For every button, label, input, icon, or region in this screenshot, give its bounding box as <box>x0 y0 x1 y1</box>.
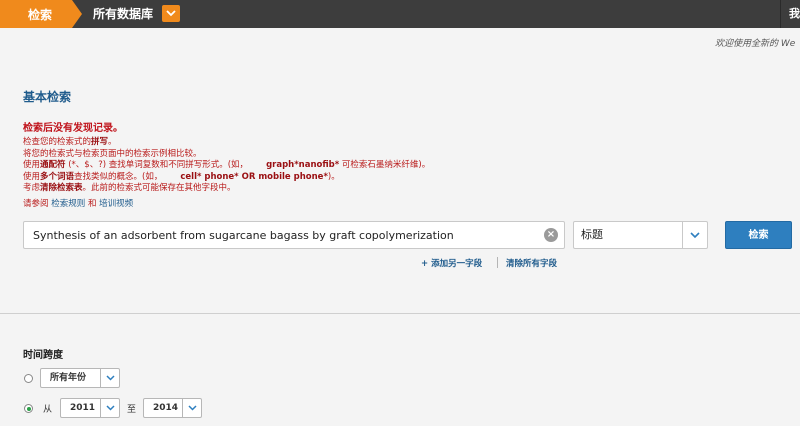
database-dropdown-button[interactable] <box>162 5 180 22</box>
tip-example: cell* phone* OR mobile phone* <box>180 171 328 182</box>
tip-spelling: 检查您的检索式的拼写。 <box>23 137 430 149</box>
chevron-down-icon <box>187 405 197 411</box>
from-year-select[interactable]: 2011 <box>60 398 120 418</box>
tip-bold: 拼写 <box>91 137 109 147</box>
search-button[interactable]: 检索 <box>725 221 792 249</box>
timespan-title: 时间跨度 <box>23 350 63 361</box>
clear-all-fields-link[interactable]: 清除所有字段 <box>506 257 557 269</box>
field-select-value: 标题 <box>581 228 603 241</box>
search-box: × <box>23 221 565 249</box>
to-year-select[interactable]: 2014 <box>143 398 202 418</box>
tip-text: 。此前的检索式可能保存在其他字段中。 <box>82 183 236 194</box>
section-divider <box>0 313 800 314</box>
field-select[interactable]: 标题 <box>573 221 708 249</box>
link-divider <box>497 257 498 268</box>
chevron-down-icon <box>166 10 176 17</box>
chevron-down-icon <box>105 375 115 381</box>
no-results-title: 检索后没有发现记录。 <box>23 123 123 134</box>
to-label: 至 <box>127 405 137 415</box>
training-video-link[interactable]: 培训视频 <box>99 199 133 209</box>
tip-text: 检查您的检索式的 <box>23 137 92 147</box>
tip-text: (*、$、?) 查找单词复数和不同拼写形式。(如， <box>65 160 249 171</box>
tip-wildcard: 使用通配符 (*、$、?) 查找单词复数和不同拼写形式。(如， graph*nan… <box>23 160 430 172</box>
tip-example: graph*nanofib* <box>266 160 340 171</box>
to-year-value: 2014 <box>153 403 179 413</box>
tip-text: )。 <box>327 171 340 182</box>
all-years-value: 所有年份 <box>50 373 87 383</box>
my-tools-menu[interactable]: 我的工具 <box>789 0 800 28</box>
tip-bold: 多个词语 <box>40 171 75 182</box>
from-year-value: 2011 <box>70 403 96 413</box>
tip-clear-form: 考虑清除检索表。此前的检索式可能保存在其他字段中。 <box>23 183 430 195</box>
search-rules-link[interactable]: 检索规则 <box>51 199 85 209</box>
tip-text: 。 <box>108 137 117 147</box>
all-years-select[interactable]: 所有年份 <box>40 368 120 388</box>
search-input[interactable] <box>24 222 534 248</box>
no-results-tips: 检查您的检索式的拼写。 将您的检索式与检索页面中的检索示例相比较。 使用通配符 … <box>23 137 430 195</box>
chevron-down-icon <box>105 405 115 411</box>
tip-text: 考虑 <box>23 183 41 194</box>
database-label[interactable]: 所有数据库 <box>93 0 153 28</box>
tip-compare: 将您的检索式与检索页面中的检索示例相比较。 <box>23 148 202 159</box>
tab-search-label: 检索 <box>28 7 53 22</box>
tip-text: 可检索石墨纳米纤维)。 <box>339 160 431 171</box>
field-select-arrow[interactable] <box>682 222 707 248</box>
top-nav-bar: 检索 所有数据库 我的工具 <box>0 0 800 28</box>
from-year-arrow[interactable] <box>100 399 119 417</box>
tip-bold: 通配符 <box>40 160 66 171</box>
welcome-message: 欢迎使用全新的 We <box>715 39 796 49</box>
chevron-down-icon <box>690 231 700 238</box>
all-years-arrow[interactable] <box>100 369 119 387</box>
tip-multiple-terms: 使用多个词语查找类似的概念。(如， cell* phone* OR mobile … <box>23 172 430 184</box>
add-field-link[interactable]: + 添加另一字段 <box>421 257 482 269</box>
radio-all-years[interactable] <box>24 374 33 383</box>
tip-text: 使用 <box>23 171 41 182</box>
to-year-arrow[interactable] <box>182 399 201 417</box>
clear-input-button[interactable]: × <box>544 228 558 242</box>
radio-year-range[interactable] <box>24 404 33 413</box>
close-icon: × <box>546 229 556 240</box>
tip-text: 查找类似的概念。(如， <box>74 171 163 182</box>
help-text: 请参阅 <box>23 199 49 209</box>
topbar-divider <box>780 0 781 28</box>
page-title: 基本检索 <box>23 90 72 104</box>
from-label: 从 <box>43 405 53 415</box>
help-references: 请参阅 检索规则 和 培训视频 <box>23 197 133 209</box>
tab-search[interactable]: 检索 <box>0 0 82 28</box>
tip-bold: 清除检索表 <box>40 183 83 194</box>
help-text: 和 <box>87 199 97 209</box>
tip-text: 使用 <box>23 160 41 171</box>
